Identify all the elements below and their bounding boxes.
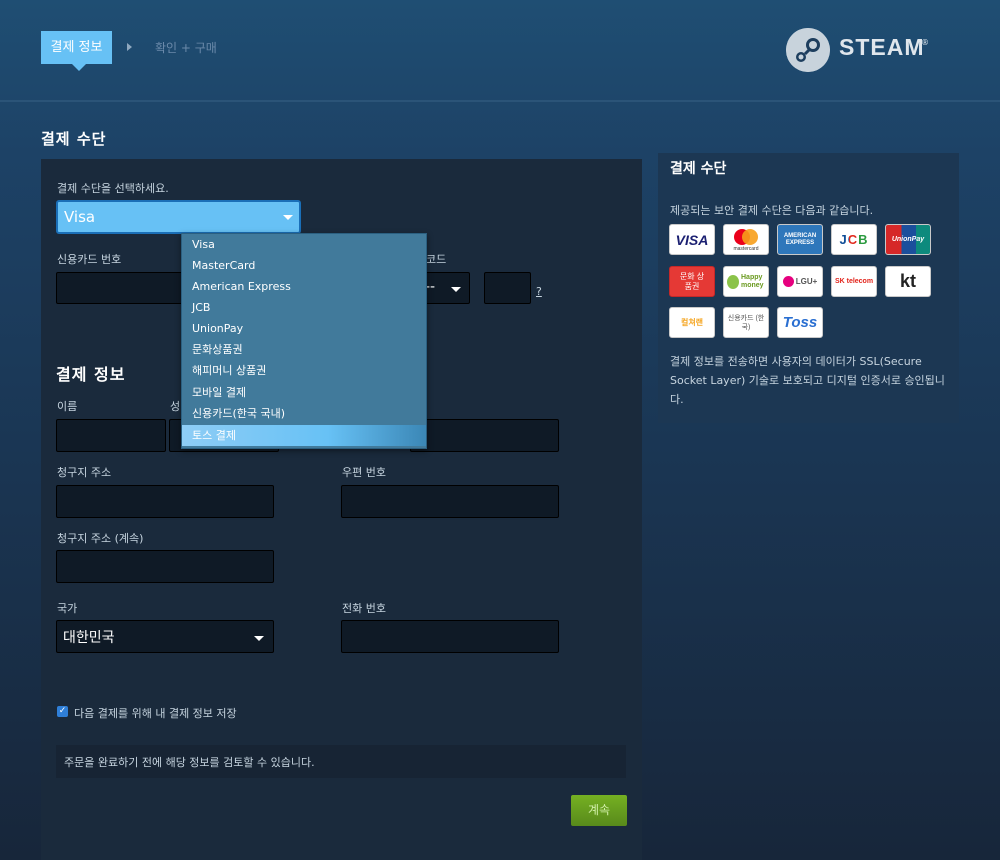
zip-code-input[interactable] [341,485,559,518]
save-info-checkbox[interactable]: ✓ [57,706,68,717]
country-value: 대한민국 [63,630,115,646]
payment-method-dropdown: Visa MasterCard American Express JCB Uni… [181,233,427,449]
security-code-input[interactable] [484,272,531,304]
steam-logo-text: STEAM [839,34,925,60]
steam-logo-icon [786,28,830,72]
sidebar-ssl-note: 결제 정보를 전송하면 사용자의 데이터가 SSL(Secure Socket … [670,355,945,406]
dropdown-option-happymoney[interactable]: 해피머니 상품권 [182,360,426,381]
amex-logo-icon: AMERICAN EXPRESS [777,224,823,255]
chevron-down-icon [283,215,293,220]
chevron-down-icon [254,636,264,641]
country-label: 국가 [57,602,78,615]
billing-address2-label: 청구지 주소 (계속) [57,532,144,545]
culture-voucher-logo-icon: 문화 상품권 [669,266,715,297]
jcb-logo-icon: JCB [831,224,877,255]
dropdown-option-amex[interactable]: American Express [182,276,426,297]
review-note-box: 주문을 완료하기 전에 해당 정보를 검토할 수 있습니다. [56,745,626,778]
dropdown-option-kr-credit-card[interactable]: 신용카드(한국 국내) [182,403,426,424]
zip-code-label: 우편 번호 [342,466,386,479]
kr-credit-card-logo-icon: 신용카드 (한국) [723,307,769,338]
kt-logo-icon: kt [885,266,931,297]
country-select[interactable]: 대한민국 [56,620,274,653]
dropdown-option-unionpay[interactable]: UnionPay [182,318,426,339]
header-divider [0,100,1000,102]
visa-logo-icon: VISA [669,224,715,255]
billing-info-heading: 결제 정보 [56,365,126,384]
payment-method-select[interactable]: Visa [56,200,301,234]
dropdown-option-jcb[interactable]: JCB [182,297,426,318]
registered-mark: ® [921,38,929,47]
lgu-logo-icon: LGU+ [777,266,823,297]
payment-method-label: 결제 수단을 선택하세요. [57,182,169,195]
sidebar-title: 결제 수단 [670,161,727,177]
billing-address-input[interactable] [56,485,274,518]
unionpay-logo-icon: UnionPay [885,224,931,255]
dropdown-option-mobile[interactable]: 모바일 결제 [182,382,426,403]
dropdown-option-toss[interactable]: 토스 결제 [182,425,426,446]
billing-address2-input[interactable] [56,550,274,583]
step-payment-info: 결제 정보 [41,31,112,71]
last-name-label: 성 [170,400,181,413]
sk-telecom-logo-icon: SK telecom [831,266,877,297]
step-confirm-purchase: 확인 + 구매 [155,41,217,55]
dropdown-option-visa[interactable]: Visa [182,234,426,255]
city-input[interactable] [410,419,559,452]
sidebar-intro: 제공되는 보안 결제 수단은 다음과 같습니다. [670,204,874,217]
dropdown-option-culture-voucher[interactable]: 문화상품권 [182,339,426,360]
review-note-text: 주문을 완료하기 전에 해당 정보를 검토할 수 있습니다. [64,756,315,769]
toss-logo-icon: Toss [777,307,823,338]
security-code-help-link[interactable]: ? [536,285,542,298]
happymoney-logo-icon: Happy money [723,266,769,297]
save-info-label: 다음 결제를 위해 내 결제 정보 저장 [74,707,237,720]
card-number-label: 신용카드 번호 [57,253,122,266]
billing-address-label: 청구지 주소 [57,466,112,479]
first-name-label: 이름 [57,400,78,413]
dropdown-option-mastercard[interactable]: MasterCard [182,255,426,276]
phone-label: 전화 번호 [342,602,386,615]
payment-method-value: Visa [64,208,96,226]
card-number-input[interactable] [56,272,186,304]
phone-input[interactable] [341,620,559,653]
page-title: 결제 수단 [41,130,107,148]
mastercard-logo-icon: mastercard [723,224,769,255]
first-name-input[interactable] [56,419,166,452]
step-arrow-icon [127,43,132,51]
security-code-label: 코드 [426,253,447,266]
egift-logo-icon: 컬쳐랜 [669,307,715,338]
continue-button[interactable]: 계속 [571,795,627,826]
chevron-down-icon [451,287,461,292]
